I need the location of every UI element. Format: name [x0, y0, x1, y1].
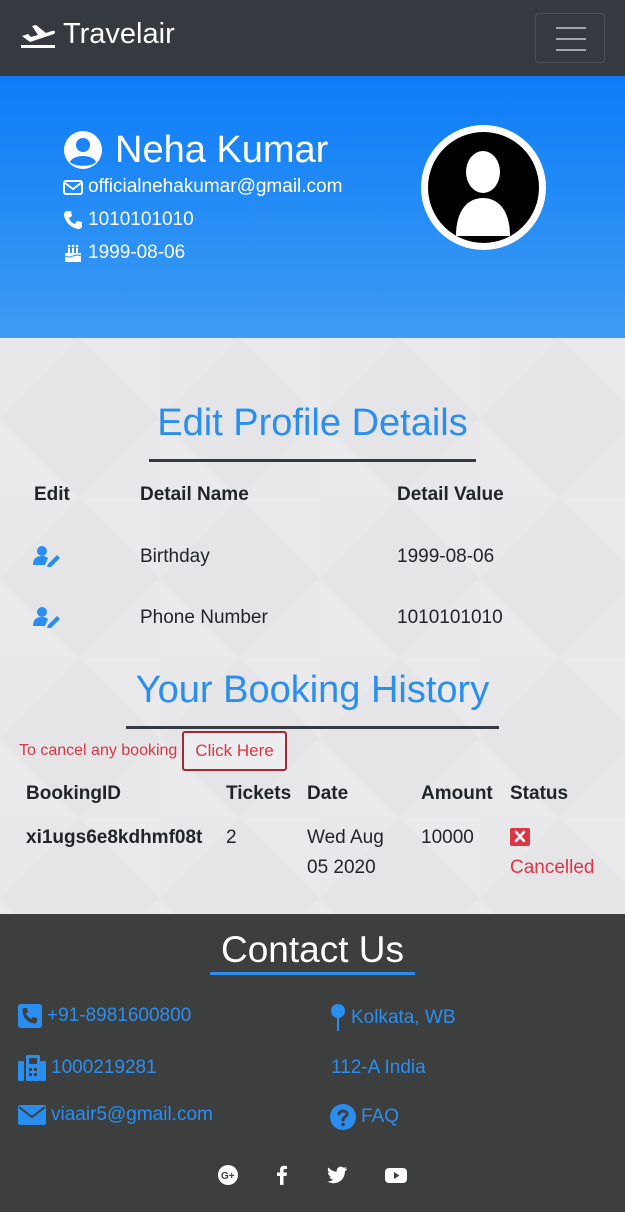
col-header-detail-value: Detail Value — [397, 484, 504, 505]
envelope-icon — [18, 1105, 46, 1125]
top-navbar: Travelair — [0, 0, 625, 76]
faq-label: FAQ — [361, 1106, 400, 1127]
contact-location-link[interactable]: Kolkata, WB — [330, 1004, 456, 1032]
map-pin-icon — [331, 1004, 345, 1031]
youtube-icon[interactable] — [384, 1163, 408, 1187]
user-edit-icon[interactable] — [33, 545, 61, 567]
contact-address-link[interactable]: 112-A India — [331, 1057, 426, 1079]
airplane-icon — [21, 24, 56, 48]
profile-name-row: Neha Kumar — [63, 128, 328, 172]
user-circle-icon — [64, 131, 102, 169]
cancel-booking-note: To cancel any booking — [19, 742, 178, 759]
brand-link[interactable]: Travelair — [20, 18, 175, 51]
main-content: Edit Profile Details Edit Detail Name De… — [0, 338, 625, 914]
booking-amount: 10000 — [421, 827, 474, 848]
contact-us-title: Contact Us — [220, 929, 404, 970]
user-avatar — [421, 125, 546, 250]
profile-name: Neha Kumar — [115, 129, 329, 171]
facebook-icon[interactable] — [270, 1163, 294, 1187]
profile-phone: 1010101010 — [88, 209, 194, 230]
brand-name: Travelair — [63, 18, 175, 50]
detail-value-birthday: 1999-08-06 — [397, 546, 495, 567]
user-edit-icon[interactable] — [33, 606, 61, 628]
birthday-cake-icon — [64, 244, 82, 262]
faq-link[interactable]: FAQ — [330, 1104, 399, 1130]
twitter-icon[interactable] — [325, 1163, 349, 1187]
detail-name-phone: Phone Number — [140, 607, 268, 628]
phone-icon — [64, 211, 82, 229]
col-header-edit: Edit — [34, 484, 70, 505]
svg-text:G+: G+ — [221, 1171, 235, 1182]
menu-toggle-button[interactable] — [535, 13, 605, 63]
cancel-booking-button[interactable]: Click Here — [182, 731, 287, 771]
booking-date-line1: Wed Aug — [307, 827, 384, 848]
profile-birthday-row: 1999-08-06 — [63, 242, 185, 264]
contact-phone-link[interactable]: +91-8981600800 — [18, 1004, 191, 1028]
contact-address: 112-A India — [331, 1057, 426, 1078]
hamburger-menu-icon — [556, 27, 586, 29]
x-square-icon — [510, 828, 530, 846]
contact-email: viaair5@gmail.com — [51, 1104, 213, 1125]
edit-profile-divider — [149, 459, 476, 462]
contact-fax-link[interactable]: 1000219281 — [18, 1054, 157, 1082]
contact-fax: 1000219281 — [51, 1057, 157, 1078]
col-header-date: Date — [307, 783, 349, 804]
contact-us-underline — [210, 972, 415, 975]
question-circle-icon — [330, 1104, 356, 1130]
google-plus-icon[interactable]: G+ — [216, 1163, 240, 1187]
contact-phone: +91-8981600800 — [47, 1005, 192, 1026]
edit-profile-title: Edit Profile Details — [157, 402, 468, 444]
booking-history-title: Your Booking History — [135, 669, 490, 711]
detail-name-birthday: Birthday — [140, 546, 210, 567]
col-header-detail-name: Detail Name — [140, 484, 249, 505]
contact-email-link[interactable]: viaair5@gmail.com — [18, 1104, 213, 1126]
booking-history-divider — [126, 726, 499, 729]
contact-footer: Contact Us +91-8981600800 1000219281 via… — [0, 914, 625, 1212]
phone-square-icon — [18, 1004, 42, 1028]
fax-icon — [18, 1055, 46, 1081]
col-header-status: Status — [510, 783, 569, 804]
detail-value-phone: 1010101010 — [397, 607, 503, 628]
envelope-icon — [63, 180, 83, 195]
booking-date-line2: 05 2020 — [307, 857, 376, 878]
profile-email: officialnehakumar@gmail.com — [88, 176, 343, 197]
profile-birthday: 1999-08-06 — [88, 242, 186, 263]
profile-email-row: officialnehakumar@gmail.com — [63, 176, 342, 198]
contact-location: Kolkata, WB — [351, 1007, 456, 1028]
col-header-amount: Amount — [421, 783, 493, 804]
user-silhouette-icon — [456, 151, 510, 236]
col-header-booking-id: BookingID — [26, 783, 121, 804]
profile-phone-row: 1010101010 — [63, 209, 194, 231]
col-header-tickets: Tickets — [226, 783, 292, 804]
booking-id: xi1ugs6e8kdhmf08t — [26, 827, 203, 848]
booking-tickets: 2 — [226, 827, 237, 848]
booking-status: Cancelled — [510, 857, 595, 878]
profile-header: Neha Kumar officialnehakumar@gmail.com 1… — [0, 76, 625, 338]
